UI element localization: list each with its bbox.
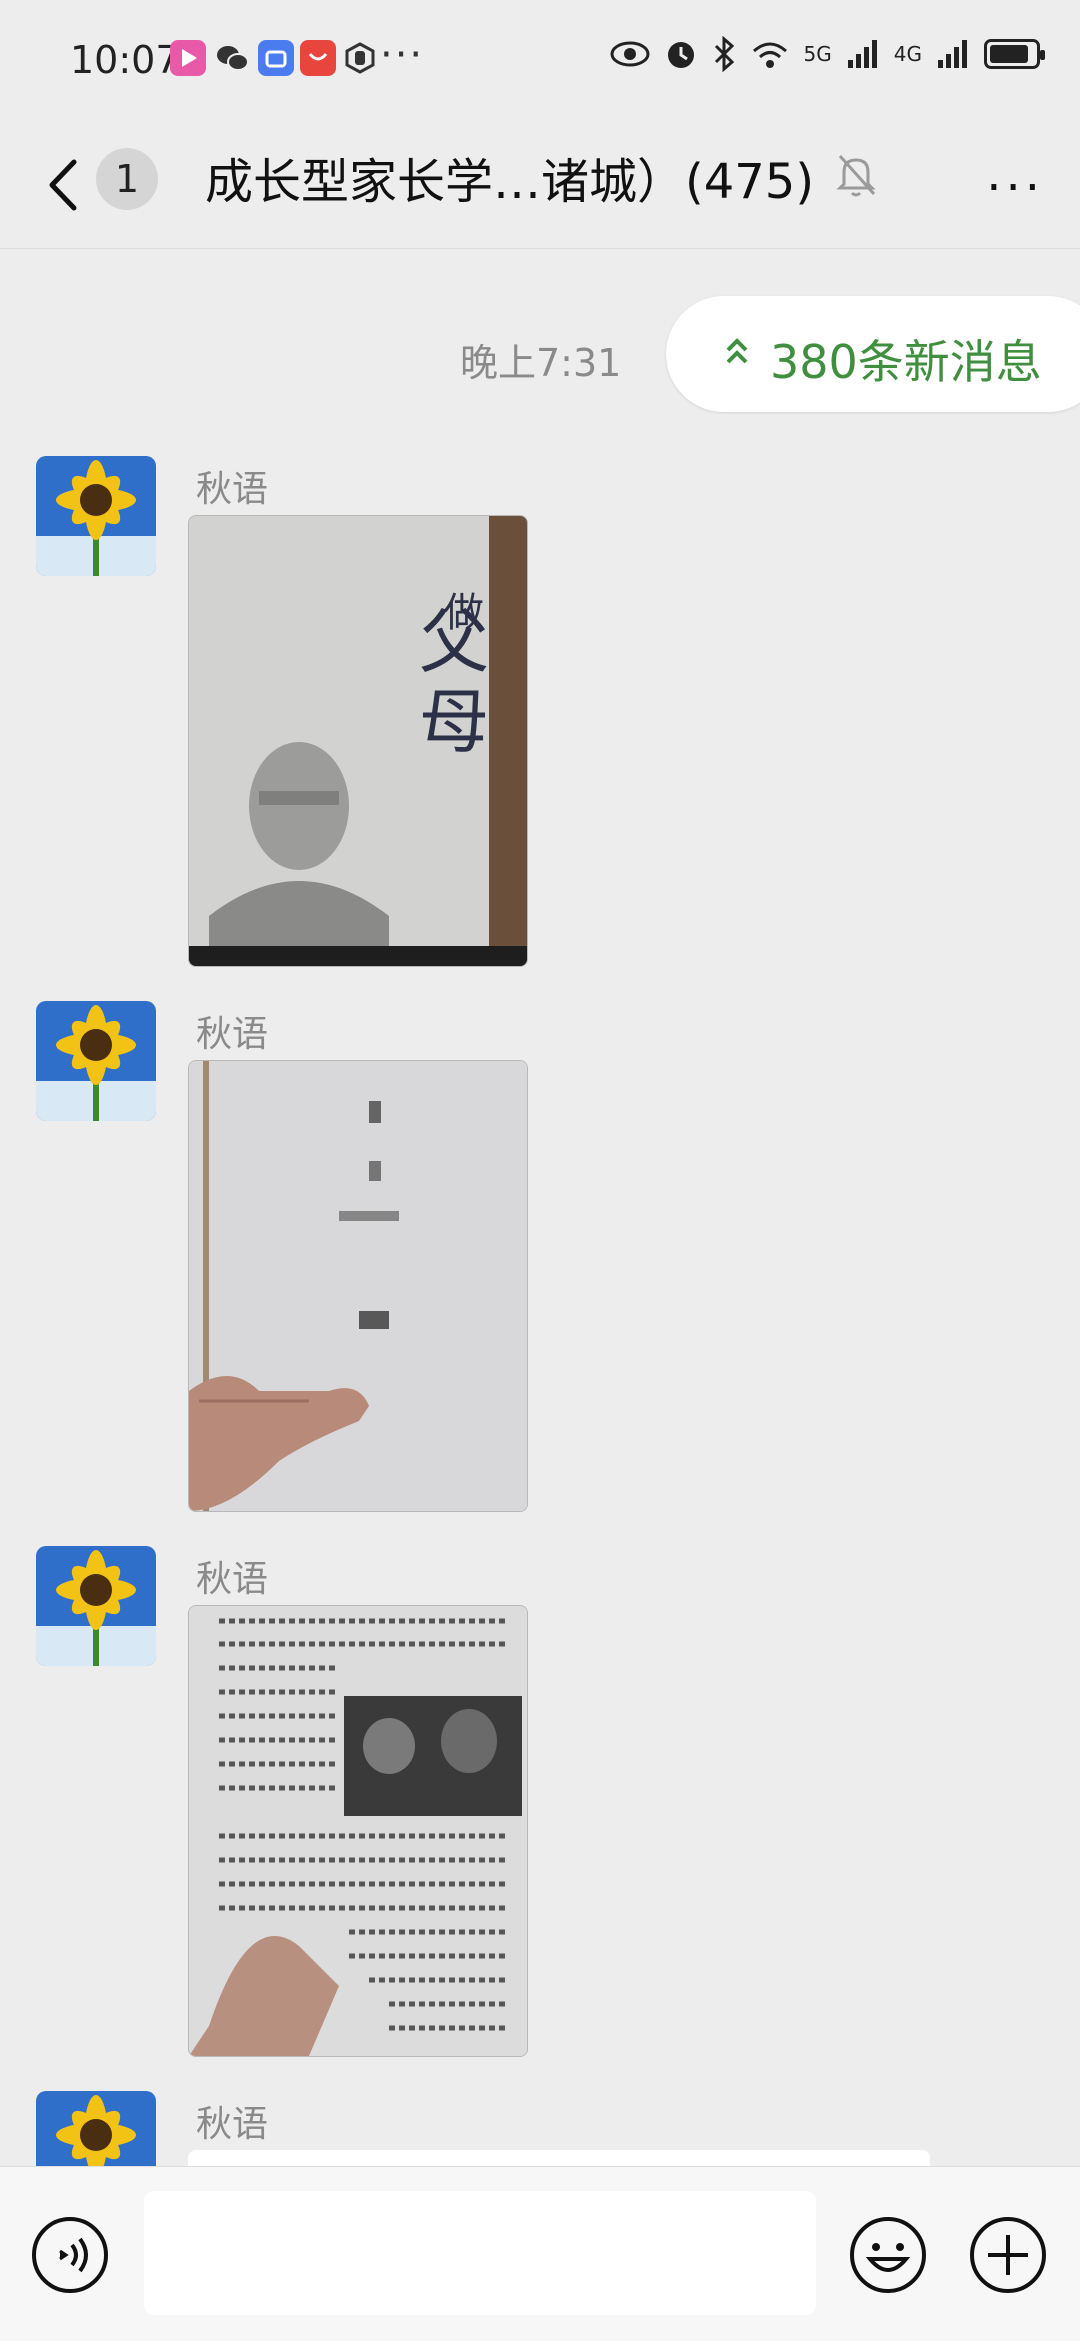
wifi-icon [752, 42, 787, 68]
svg-text:母: 母 [419, 681, 489, 763]
image-message[interactable] [188, 1060, 528, 1512]
status-more-dots: ··· [380, 32, 425, 78]
video-app-icon [170, 40, 206, 76]
unread-count-badge[interactable]: 1 [96, 148, 158, 210]
more-options-button[interactable]: ··· [986, 160, 1044, 216]
eye-icon [610, 41, 650, 67]
muted-bell-icon [836, 154, 876, 197]
message-timestamp: 晚上7:31 [460, 341, 622, 385]
double-chevron-up-icon [726, 338, 748, 364]
signal-4g-icon [938, 40, 967, 68]
sender-name: 秋语 [196, 1559, 269, 1600]
chat-title[interactable]: 成长型家长学…诸城）(475) [205, 142, 814, 212]
bluetooth-icon [714, 36, 734, 72]
chat-header: 1 成长型家长学…诸城）(475) ··· [0, 120, 1080, 249]
avatar[interactable] [36, 456, 156, 576]
plus-icon[interactable] [968, 2215, 1048, 2295]
back-arrow-icon[interactable] [40, 150, 90, 220]
alarm-icon [667, 42, 694, 68]
sender-name: 秋语 [196, 469, 269, 510]
new-messages-button[interactable]: 380条新消息 [666, 296, 1080, 412]
status-right-group: 5G 4G [610, 36, 1045, 72]
network-5g-label: 5G [803, 42, 832, 66]
voice-input-icon[interactable] [30, 2215, 110, 2295]
message-input[interactable] [144, 2191, 816, 2315]
network-4g-label: 4G [893, 42, 922, 66]
battery-icon [984, 39, 1045, 69]
sender-name: 秋语 [196, 1014, 269, 1055]
emoji-icon[interactable] [848, 2215, 928, 2295]
avatar[interactable] [36, 2091, 156, 2166]
sender-name: 秋语 [196, 2104, 269, 2145]
image-message[interactable]: 父 母 做 [188, 515, 528, 967]
image-message[interactable] [188, 1605, 528, 2057]
avatar[interactable] [36, 1001, 156, 1121]
wechat-icon [214, 40, 250, 76]
new-messages-label: 380条新消息 [770, 335, 1042, 389]
text-message-bubble[interactable] [188, 2150, 930, 2166]
signal-5g-icon [847, 40, 877, 68]
huawei-mall-icon [300, 40, 336, 76]
gesture-icon [342, 40, 378, 76]
chat-input-bar [0, 2166, 1080, 2341]
status-bar: 10:07 ··· 5G 4G [0, 0, 1080, 120]
app-store-icon [258, 40, 294, 76]
avatar[interactable] [36, 1546, 156, 1666]
status-time: 10:07 [70, 38, 180, 82]
svg-text:做: 做 [444, 590, 484, 636]
